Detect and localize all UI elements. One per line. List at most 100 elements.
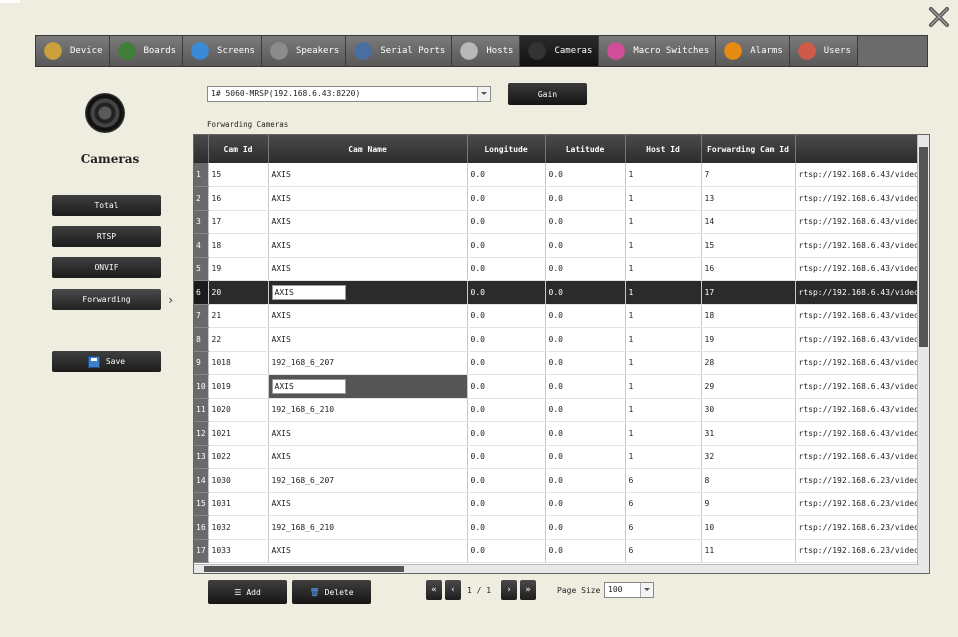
cell-host[interactable]: 1 (625, 257, 702, 281)
table-row[interactable]: 10 1019 AXIS 0.0 0.0 1 29 rtsp://192.168.6.43/v… (194, 374, 920, 399)
next-page-button[interactable]: › (501, 580, 517, 600)
cell-lat[interactable]: 0.0 (545, 163, 626, 187)
table-row[interactable]: 3 17 AXIS 0.0 0.0 1 14 rtsp://192.168.6.43/vide… (194, 210, 920, 234)
gain-button[interactable]: Gain (508, 83, 587, 105)
column-header[interactable]: Host Id (625, 135, 702, 163)
tab-boards[interactable]: Boards (109, 36, 184, 66)
cell-url[interactable]: rtsp://192.168.6.43/video (795, 445, 920, 469)
column-header[interactable]: Cam Name (268, 135, 468, 163)
table-row[interactable]: 14 1030 192_168_6_207 0.0 0.0 6 8 rtsp://192.16… (194, 468, 920, 493)
cell-name[interactable]: AXIS (268, 233, 468, 258)
save-button[interactable]: Save (52, 351, 161, 372)
cell-url[interactable]: rtsp://192.168.6.43/video (795, 210, 920, 234)
cell-url[interactable]: rtsp://192.168.6.23/video (795, 468, 920, 493)
cell-host[interactable]: 1 (625, 304, 702, 328)
last-page-button[interactable]: » (520, 580, 536, 600)
cell-fwd[interactable]: 18 (701, 304, 796, 328)
first-page-button[interactable]: « (426, 580, 442, 600)
tab-speakers[interactable]: Speakers (261, 36, 347, 66)
cell-fwd[interactable]: 8 (701, 468, 796, 493)
cell-lat[interactable]: 0.0 (545, 327, 626, 352)
table-row[interactable]: 13 1022 AXIS 0.0 0.0 1 32 rtsp://192.168.6.43/v… (194, 445, 920, 469)
cell-lon[interactable]: 0.0 (467, 351, 546, 375)
table-row[interactable]: 2 16 AXIS 0.0 0.0 1 13 rtsp://192.168.6.43/vide… (194, 186, 920, 211)
cameras-table[interactable]: Cam Id Cam Name Longitude Latitude Host Id Fo… (193, 134, 930, 574)
column-header[interactable] (795, 135, 920, 163)
tab-device[interactable]: Device (36, 36, 110, 66)
cell-name[interactable]: 192_168_6_207 (268, 351, 468, 375)
cell-name[interactable]: 192_168_6_210 (268, 515, 468, 540)
table-row[interactable]: 1 15 AXIS 0.0 0.0 1 7 rtsp://192.168.6.43/video (194, 163, 920, 187)
column-header[interactable]: Latitude (545, 135, 626, 163)
cell-url[interactable]: rtsp://192.168.6.43/video (795, 280, 920, 305)
cell-url[interactable]: rtsp://192.168.6.43/video (795, 398, 920, 422)
close-icon[interactable] (928, 6, 950, 28)
cell-fwd[interactable]: 11 (701, 539, 796, 563)
cell-fwd[interactable]: 19 (701, 327, 796, 352)
horizontal-scrollbar[interactable] (194, 564, 919, 573)
cell-name[interactable]: AXIS (268, 374, 468, 399)
cell-name[interactable]: AXIS (268, 327, 468, 352)
tab-cameras[interactable]: Cameras (520, 36, 600, 66)
cell-name[interactable]: AXIS (268, 304, 468, 328)
cell-url[interactable]: rtsp://192.168.6.43/video (795, 421, 920, 446)
cell-lat[interactable]: 0.0 (545, 515, 626, 540)
table-row[interactable]: 8 22 AXIS 0.0 0.0 1 19 rtsp://192.168.6.43/vide… (194, 327, 920, 352)
cell-fwd[interactable]: 15 (701, 233, 796, 258)
tab-users[interactable]: Users (789, 36, 858, 66)
cell-lon[interactable]: 0.0 (467, 163, 546, 187)
forwarding-button[interactable]: Forwarding (52, 289, 161, 310)
cell-fwd[interactable]: 30 (701, 398, 796, 422)
dropdown-arrow-icon[interactable] (640, 583, 653, 597)
page-size-select[interactable]: 100 (604, 582, 654, 598)
cell-cam-id[interactable]: 22 (208, 327, 269, 352)
cell-name[interactable]: AXIS (268, 210, 468, 234)
cell-lon[interactable]: 0.0 (467, 257, 546, 281)
cell-name[interactable]: 192_168_6_207 (268, 468, 468, 493)
cell-lon[interactable]: 0.0 (467, 233, 546, 258)
rtsp-button[interactable]: RTSP (52, 226, 161, 247)
cell-name[interactable]: 192_168_6_210 (268, 398, 468, 422)
cell-cam-id[interactable]: 1018 (208, 351, 269, 375)
onvif-button[interactable]: ONVIF (52, 257, 161, 278)
cell-url[interactable]: rtsp://192.168.6.43/video (795, 233, 920, 258)
cell-lon[interactable]: 0.0 (467, 515, 546, 540)
cell-lon[interactable]: 0.0 (467, 210, 546, 234)
column-header[interactable]: Cam Id (208, 135, 269, 163)
scroll-thumb[interactable] (204, 566, 404, 572)
cell-lon[interactable]: 0.0 (467, 445, 546, 469)
cell-lon[interactable]: 0.0 (467, 304, 546, 328)
vertical-scrollbar[interactable] (917, 135, 929, 573)
cell-lat[interactable]: 0.0 (545, 257, 626, 281)
cell-host[interactable]: 6 (625, 492, 702, 516)
cell-cam-id[interactable]: 1022 (208, 445, 269, 469)
cell-lon[interactable]: 0.0 (467, 327, 546, 352)
cell-lat[interactable]: 0.0 (545, 280, 626, 305)
cell-host[interactable]: 1 (625, 398, 702, 422)
cam-name-editor[interactable]: AXIS (271, 284, 346, 300)
cell-cam-id[interactable]: 21 (208, 304, 269, 328)
table-row[interactable]: 5 19 AXIS 0.0 0.0 1 16 rtsp://192.168.6.43/vide… (194, 257, 920, 281)
cell-fwd[interactable]: 31 (701, 421, 796, 446)
cell-url[interactable]: rtsp://192.168.6.23/video (795, 492, 920, 516)
table-row[interactable]: 4 18 AXIS 0.0 0.0 1 15 rtsp://192.168.6.43/vide… (194, 233, 920, 258)
cell-fwd[interactable]: 16 (701, 257, 796, 281)
tab-serial-ports[interactable]: Serial Ports (346, 36, 453, 66)
cell-cam-id[interactable]: 1019 (208, 374, 269, 399)
cell-host[interactable]: 1 (625, 233, 702, 258)
cell-lat[interactable]: 0.0 (545, 351, 626, 375)
cell-lon[interactable]: 0.0 (467, 186, 546, 211)
cell-url[interactable]: rtsp://192.168.6.43/video (795, 374, 920, 399)
cell-cam-id[interactable]: 17 (208, 210, 269, 234)
cell-lon[interactable]: 0.0 (467, 280, 546, 305)
cell-fwd[interactable]: 14 (701, 210, 796, 234)
cell-host[interactable]: 1 (625, 374, 702, 399)
cell-name[interactable]: AXIS (268, 257, 468, 281)
cell-cam-id[interactable]: 1020 (208, 398, 269, 422)
total-button[interactable]: Total (52, 195, 161, 216)
server-select[interactable]: 1# 5060-MRSP(192.168.6.43:8220) (207, 86, 491, 102)
table-row[interactable]: 16 1032 192_168_6_210 0.0 0.0 6 10 rtsp://192.1… (194, 515, 920, 540)
cell-name[interactable]: AXIS (268, 280, 468, 305)
cell-lat[interactable]: 0.0 (545, 233, 626, 258)
column-header[interactable]: Forwarding Cam Id (701, 135, 796, 163)
